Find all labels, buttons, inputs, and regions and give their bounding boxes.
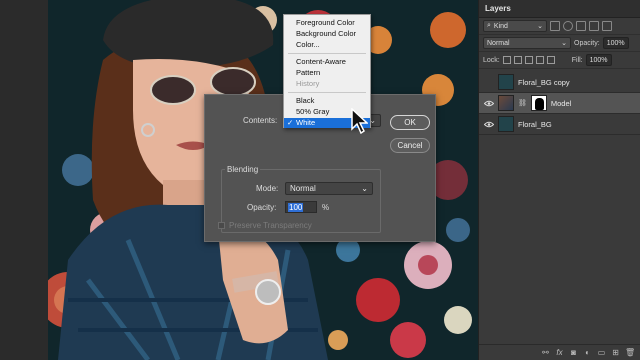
layers-panel-tabbar: Layers — [479, 0, 640, 18]
checkmark-icon: ✓ — [287, 118, 294, 127]
opacity-input-value: 100 — [288, 202, 304, 212]
layer-name: Floral_BG — [518, 119, 552, 129]
link-icon[interactable]: ⚯ — [541, 348, 550, 357]
opacity-input[interactable]: 100 — [285, 201, 317, 213]
fill-label: Fill: — [571, 56, 583, 64]
mask-icon[interactable]: ◙ — [569, 348, 578, 357]
adjustment-icon[interactable]: ◐ — [583, 348, 592, 357]
lock-label: Lock: — [483, 56, 500, 64]
mode-select[interactable]: Normal ⌄ — [285, 182, 373, 195]
cancel-button[interactable]: Cancel — [390, 138, 430, 153]
filter-kind-select[interactable]: ⌕ Kind ⌄ — [483, 20, 547, 32]
blend-mode-select[interactable]: Normal ⌄ — [483, 37, 571, 49]
chevron-down-icon: ⌄ — [561, 40, 567, 47]
blend-opacity-row: Normal ⌄ Opacity: 100% — [479, 35, 640, 52]
opacity-label: Opacity: — [247, 203, 277, 212]
layer-mask-thumbnail[interactable] — [530, 95, 547, 111]
lock-artboard-icon[interactable] — [535, 56, 544, 64]
layer-row[interactable]: Floral_BG copy — [479, 72, 640, 93]
folder-icon[interactable]: ▭ — [597, 348, 606, 357]
new-layer-icon[interactable]: ⊞ — [611, 348, 620, 357]
menu-item-color[interactable]: Color... — [284, 40, 370, 50]
layer-row[interactable]: ⛓ Model — [479, 93, 640, 114]
layer-opacity-field[interactable]: 100% — [602, 37, 629, 49]
layer-name: Model — [550, 98, 572, 108]
menu-item-foreground-color[interactable]: Foreground Color — [284, 18, 370, 28]
chevron-down-icon: ⌄ — [361, 184, 368, 193]
layer-row[interactable]: Floral_BG — [479, 114, 640, 135]
menu-item-white-label: White — [296, 118, 316, 127]
layer-fill-field[interactable]: 100% — [585, 54, 612, 66]
filter-kind-value: Kind — [493, 22, 508, 30]
adjustment-filter-icon[interactable] — [563, 21, 573, 31]
menu-item-background-color[interactable]: Background Color — [284, 29, 370, 39]
type-filter-icon[interactable] — [576, 21, 586, 31]
eye-icon[interactable] — [483, 99, 494, 107]
mouse-pointer-icon — [351, 108, 368, 134]
menu-separator — [288, 53, 366, 54]
smart-object-filter-icon[interactable] — [602, 21, 612, 31]
mask-link-icon[interactable]: ⛓ — [518, 99, 527, 107]
layer-opacity-label: Opacity: — [574, 39, 600, 47]
ok-button[interactable]: OK — [390, 115, 430, 130]
menu-item-history: History — [296, 79, 320, 88]
opacity-unit: % — [322, 203, 330, 212]
layer-thumbnail — [498, 74, 514, 90]
trash-icon[interactable]: 🗑 — [625, 348, 635, 357]
shape-filter-icon[interactable] — [589, 21, 599, 31]
layer-filter-row: ⌕ Kind ⌄ — [479, 18, 640, 35]
layer-name: Floral_BG copy — [518, 77, 570, 87]
chevron-down-icon: ⌄ — [537, 23, 543, 30]
layers-panel: Layers ⌕ Kind ⌄ Normal ⌄ Opacity: 100% L… — [478, 0, 640, 360]
preserve-transparency-label: Preserve Transparency — [229, 221, 312, 230]
tab-layers[interactable]: Layers — [485, 4, 511, 13]
lock-position-icon[interactable] — [524, 56, 533, 64]
tool-strip — [0, 0, 48, 360]
eye-icon[interactable] — [483, 120, 494, 128]
lock-fill-row: Lock: Fill: 100% — [479, 52, 640, 69]
layer-thumbnail — [498, 116, 514, 132]
fx-icon[interactable]: fx — [555, 348, 564, 357]
menu-item-black[interactable]: Black — [284, 96, 370, 106]
lock-image-pixels-icon[interactable] — [513, 56, 522, 64]
visibility-toggle[interactable] — [483, 78, 494, 86]
search-icon: ⌕ — [487, 22, 491, 29]
layers-panel-footer: ⚯ fx ◙ ◐ ▭ ⊞ 🗑 — [479, 344, 640, 360]
contents-label: Contents: — [243, 116, 278, 125]
layer-thumbnail — [498, 95, 514, 111]
menu-separator — [288, 92, 366, 93]
menu-item-content-aware[interactable]: Content-Aware — [284, 57, 370, 67]
lock-all-icon[interactable] — [546, 56, 555, 64]
preserve-transparency-checkbox[interactable] — [218, 222, 225, 229]
mode-label: Mode: — [256, 184, 279, 193]
menu-item-pattern[interactable]: Pattern — [284, 68, 370, 78]
lock-transparent-pixels-icon[interactable] — [502, 56, 511, 64]
mode-select-value: Normal — [290, 184, 316, 193]
blending-label: Blending — [225, 165, 261, 174]
blend-mode-value: Normal — [487, 39, 510, 47]
pixel-filter-icon[interactable] — [550, 21, 560, 31]
